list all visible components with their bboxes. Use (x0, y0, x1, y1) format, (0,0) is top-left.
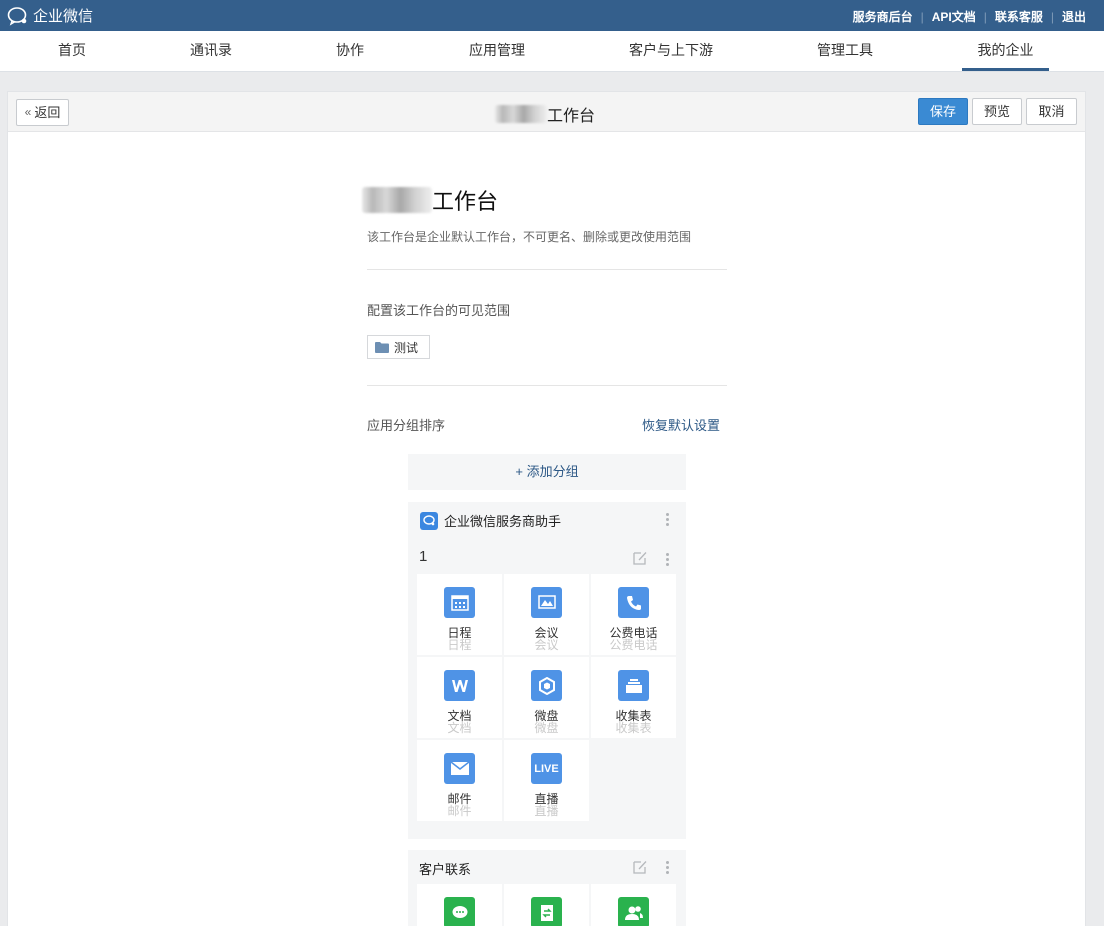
sort-label: 应用分组排序 (367, 418, 446, 433)
scope-tag[interactable]: 测试 (367, 335, 430, 359)
more-options-icon[interactable] (666, 553, 669, 566)
app-grid: 日程 日程 会议 会议 公费电话 公费电话 文档 文档 微盘 微盘 收集表 收集… (417, 574, 676, 821)
workbench-panel: « 返回 工作台 保存 预览 取消 工作台 该工作台是企业默认工作台，不可更名、… (7, 91, 1086, 926)
app-tile[interactable]: 收集表 收集表 (591, 657, 676, 738)
drag-ghost-label: 文档 (447, 721, 472, 735)
drag-ghost-label: 微盘 (534, 721, 559, 735)
customer-group-icon (618, 897, 649, 926)
scope-tag-label: 测试 (394, 340, 419, 355)
save-button[interactable]: 保存 (918, 98, 968, 125)
app-tile[interactable] (417, 884, 502, 926)
chat-icon (444, 897, 475, 926)
panel-title: 工作台 (495, 102, 595, 126)
folder-icon (375, 341, 389, 353)
divider (367, 269, 727, 270)
cancel-button[interactable]: 取消 (1026, 98, 1077, 125)
edit-icon[interactable] (632, 550, 648, 566)
drive-icon (531, 670, 562, 701)
document-icon (444, 670, 475, 701)
workbench-title-text: 工作台 (432, 189, 499, 214)
back-button-label: 返回 (34, 105, 61, 120)
meeting-icon (531, 587, 562, 618)
redacted-name-blur (362, 187, 432, 213)
reset-default-link[interactable]: 恢复默认设置 (642, 415, 720, 434)
main-nav: 首页 通讯录 协作 应用管理 客户与上下游 管理工具 我的企业 (0, 31, 1104, 72)
app-tile[interactable] (591, 884, 676, 926)
group-header[interactable]: 客户联系 (408, 850, 686, 884)
drag-ghost-label: 日程 (447, 638, 472, 652)
mail-icon (444, 753, 475, 784)
app-tile[interactable]: 微盘 微盘 (504, 657, 589, 738)
group-title: 客户联系 (419, 859, 471, 878)
live-icon-text: LIVE (534, 762, 559, 775)
visibility-label: 配置该工作台的可见范围 (367, 303, 511, 318)
api-docs-link[interactable]: API文档 (932, 8, 976, 25)
drag-ghost-label: 直播 (534, 804, 559, 818)
service-provider-link[interactable]: 服务商后台 (853, 8, 913, 25)
group-title-text: 客户联系 (419, 862, 472, 877)
edit-icon[interactable] (632, 859, 648, 875)
app-tile[interactable]: 日程 日程 (417, 574, 502, 655)
calendar-icon (444, 587, 475, 618)
contact-support-link[interactable]: 联系客服 (995, 8, 1043, 25)
workbench-description: 该工作台是企业默认工作台，不可更名、删除或更改使用范围 (367, 230, 692, 244)
panel-header: « 返回 工作台 保存 预览 取消 (8, 92, 1085, 132)
app-grid (417, 884, 676, 926)
top-bar: 企业微信 服务商后台 | API文档 | 联系客服 | 退出 (0, 0, 1104, 31)
logo-text: 企业微信 (33, 8, 94, 25)
drag-ghost-label: 收集表 (615, 721, 652, 735)
nav-admin-tools[interactable]: 管理工具 (803, 31, 887, 71)
form-icon (618, 670, 649, 701)
app-group: 企业微信服务商助手 1 日程 日程 会议 会议 公费电话 公费电话 文档 文档 … (408, 502, 686, 839)
logo[interactable]: 企业微信 (7, 5, 93, 26)
nav-contacts[interactable]: 通讯录 (175, 31, 247, 71)
transfer-icon (531, 897, 562, 926)
app-tile[interactable] (504, 884, 589, 926)
panel-title-text: 工作台 (547, 108, 596, 125)
separator: | (983, 9, 987, 24)
more-options-icon[interactable] (666, 861, 669, 874)
nav-app-management[interactable]: 应用管理 (455, 31, 539, 71)
logout-link[interactable]: 退出 (1062, 8, 1086, 25)
subgroup-label: 1 (419, 548, 428, 565)
nav-home[interactable]: 首页 (40, 31, 104, 71)
app-tile[interactable]: 邮件 邮件 (417, 740, 502, 821)
nav-collaboration[interactable]: 协作 (320, 31, 380, 71)
double-chevron-left-icon: « (24, 105, 32, 119)
group-title-text: 企业微信服务商助手 (444, 514, 562, 529)
redacted-name-blur (495, 105, 547, 123)
preview-button[interactable]: 预览 (972, 98, 1022, 125)
group-title: 企业微信服务商助手 (420, 511, 561, 530)
more-options-icon[interactable] (666, 513, 669, 526)
separator: | (1050, 9, 1054, 24)
live-icon: LIVE (531, 753, 562, 784)
app-tile[interactable]: 公费电话 公费电话 (591, 574, 676, 655)
workbench-title: 工作台 (362, 184, 498, 216)
drag-ghost-label: 公费电话 (609, 638, 658, 652)
subgroup-header[interactable]: 1 (408, 544, 686, 574)
separator: | (920, 9, 924, 24)
drag-ghost-label: 会议 (534, 638, 559, 652)
back-button[interactable]: « 返回 (16, 99, 69, 126)
divider (367, 385, 727, 386)
app-tile[interactable]: LIVE 直播 直播 (504, 740, 589, 821)
top-links: 服务商后台 | API文档 | 联系客服 | 退出 (853, 8, 1086, 25)
service-assistant-icon (420, 511, 438, 530)
phone-icon (618, 587, 649, 618)
app-group: 客户联系 (408, 850, 686, 926)
app-tile[interactable]: 文档 文档 (417, 657, 502, 738)
nav-customers[interactable]: 客户与上下游 (615, 31, 727, 71)
drag-ghost-label: 邮件 (447, 804, 472, 818)
app-tile[interactable]: 会议 会议 (504, 574, 589, 655)
nav-my-enterprise[interactable]: 我的企业 (962, 31, 1049, 71)
add-group-button[interactable]: + 添加分组 (408, 454, 686, 490)
wecom-logo-icon (7, 6, 27, 26)
group-header[interactable]: 企业微信服务商助手 (408, 502, 686, 536)
